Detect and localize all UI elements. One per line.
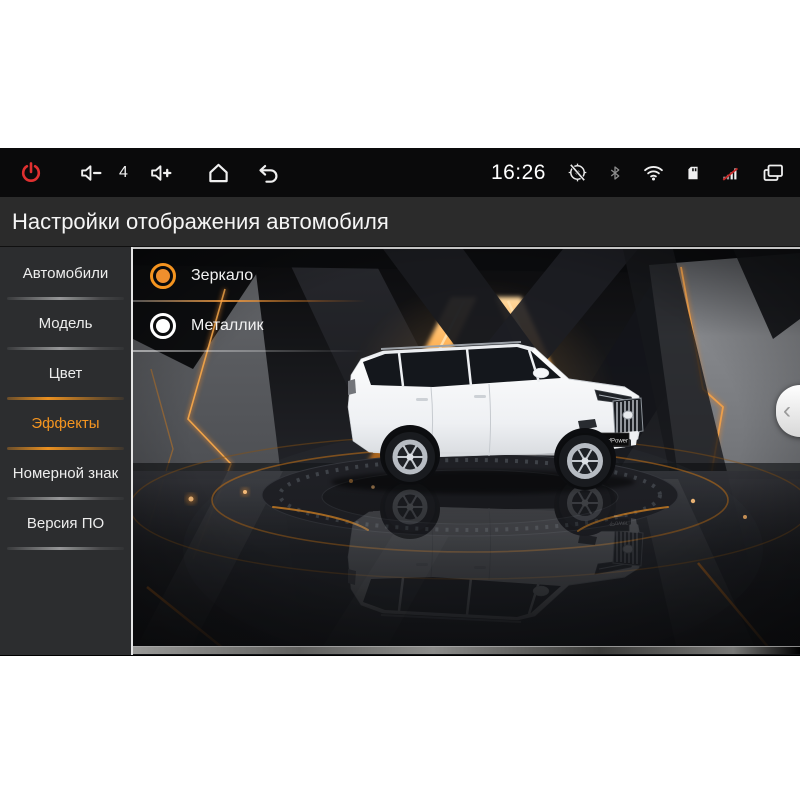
sidebar-item-color[interactable]: Цвет [0, 350, 131, 397]
chevron-left-icon: ‹ [783, 397, 791, 425]
effect-option-label: Металлик [191, 317, 264, 335]
sidebar-item-model[interactable]: Модель [0, 300, 131, 347]
sidebar-item-cars[interactable]: Автомобили [0, 250, 131, 297]
radio-selected-icon [150, 263, 176, 289]
page-title: Настройки отображения автомобиля [0, 197, 800, 247]
gps-off-icon [566, 161, 589, 184]
option-divider [133, 350, 366, 352]
sidebar-item-label: Модель [39, 315, 93, 332]
sd-card-icon [683, 162, 703, 184]
effect-option-label: Зеркало [191, 267, 253, 285]
recents-icon[interactable] [760, 161, 786, 185]
volume-up-icon[interactable] [148, 160, 175, 186]
head-unit-screenshot: 4 [0, 0, 800, 800]
settings-sidebar: Автомобили Модель Цвет Эффекты Номерной … [0, 247, 131, 655]
power-icon[interactable] [18, 160, 44, 186]
no-signal-icon [720, 162, 743, 184]
volume-level: 4 [119, 164, 128, 182]
sidebar-item-software[interactable]: Версия ПО [0, 500, 131, 547]
sidebar-item-effects[interactable]: Эффекты [0, 400, 131, 447]
sidebar-item-label: Версия ПО [27, 515, 104, 532]
volume-down-icon[interactable] [78, 160, 105, 186]
sidebar-item-label: Эффекты [31, 415, 99, 432]
status-tray: 16:26 [491, 161, 786, 185]
home-icon[interactable] [205, 160, 232, 186]
nav-buttons: 4 [0, 160, 281, 186]
sidebar-item-label: Номерной знак [13, 465, 118, 482]
clock: 16:26 [491, 161, 546, 185]
effects-options-panel: Зеркало Металлик [133, 252, 373, 352]
sidebar-item-label: Цвет [49, 365, 83, 382]
status-bar: 4 [0, 148, 800, 197]
car-3d-view[interactable]: RedPower [133, 247, 800, 655]
back-icon[interactable] [254, 160, 281, 186]
page-title-text: Настройки отображения автомобиля [12, 209, 389, 235]
sidebar-divider [7, 547, 124, 550]
sidebar-item-label: Автомобили [23, 265, 108, 282]
radio-unselected-icon [150, 313, 176, 339]
bluetooth-icon [606, 162, 624, 184]
sidebar-item-plate[interactable]: Номерной знак [0, 450, 131, 497]
effect-option-metallic[interactable]: Металлик [133, 302, 373, 350]
device-screen: 4 [0, 148, 800, 656]
wifi-icon [641, 161, 666, 184]
effect-option-mirror[interactable]: Зеркало [133, 252, 373, 300]
